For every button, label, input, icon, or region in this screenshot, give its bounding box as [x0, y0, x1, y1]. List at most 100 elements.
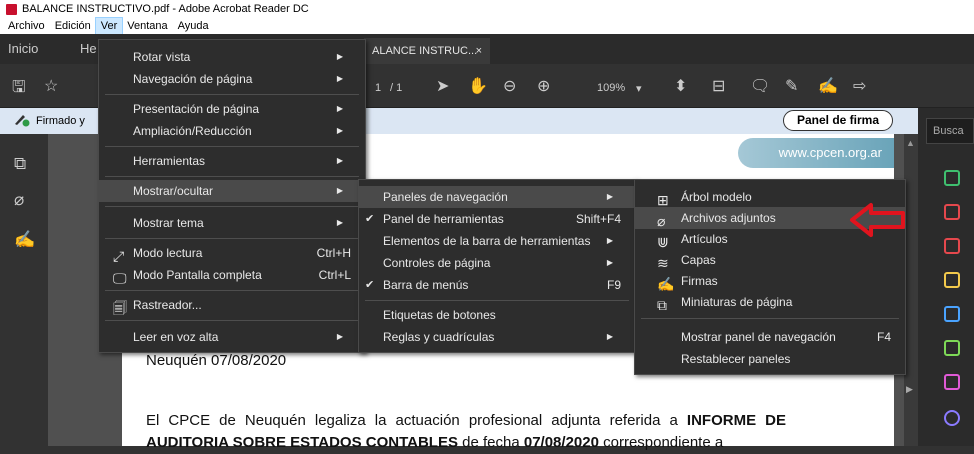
menu-separator: [105, 290, 359, 291]
menu-item-mostrar-ocultar[interactable]: Mostrar/ocultar ▶: [99, 180, 365, 202]
document-header-url: www.cpcen.org.ar: [738, 138, 894, 168]
menu-separator: [105, 146, 359, 147]
vertical-scrollbar[interactable]: [904, 134, 918, 446]
menu-item-reglas-cuadriculas[interactable]: Reglas y cuadrículas ▶: [359, 326, 635, 348]
menu-bar: Archivo Edición Ver Ventana Ayuda: [0, 17, 974, 35]
menu-item-herramientas[interactable]: Herramientas ▶: [99, 150, 365, 172]
menu-item-label: Elementos de la barra de herramientas: [383, 234, 591, 248]
fit-page-icon[interactable]: ⬍: [674, 76, 687, 96]
menu-ventana[interactable]: Ventana: [122, 18, 172, 34]
monitor-icon: 🖵: [113, 270, 127, 286]
signed-status-text: Firmado y: [36, 115, 85, 127]
scroll-mode-icon[interactable]: ⊟: [712, 76, 725, 96]
document-body-text: El CPCE de Neuquén legaliza la actuación…: [146, 410, 786, 454]
edit-pdf-icon[interactable]: [944, 204, 960, 220]
menu-separator: [365, 300, 629, 301]
menu-item-mostrar-panel-navegacion[interactable]: Mostrar panel de navegación F4: [635, 326, 905, 348]
body-text-3: correspondiente a: [598, 434, 724, 451]
page-thumbnails-icon[interactable]: ⧉: [14, 154, 26, 174]
highlight-pen-icon[interactable]: ✎: [785, 76, 798, 96]
tab-document[interactable]: ALANCE INSTRUC... ×: [364, 38, 490, 64]
menu-ayuda[interactable]: Ayuda: [173, 18, 214, 34]
menu-ver[interactable]: Ver: [94, 17, 124, 35]
menu-item-label: Mostrar tema: [133, 216, 204, 230]
menu-item-label: Modo Pantalla completa: [133, 268, 262, 282]
chevron-down-icon[interactable]: ▾: [636, 82, 642, 95]
comment-tool-icon[interactable]: [944, 272, 960, 288]
attachments-paperclip-icon[interactable]: ⌀: [14, 190, 24, 210]
menu-item-controles-pagina[interactable]: Controles de página ▶: [359, 252, 635, 274]
menu-item-ampliacion[interactable]: Ampliación/Reducción ▶: [99, 120, 365, 142]
menu-item-rastreador[interactable]: 🗐 Rastreador...: [99, 294, 365, 316]
page-number-field[interactable]: 1: [375, 82, 381, 94]
scan-ocr-icon[interactable]: [944, 340, 960, 356]
save-icon[interactable]: 🖫: [12, 76, 26, 103]
menu-item-panel-herramientas[interactable]: ✔ Panel de herramientas Shift+F4: [359, 208, 635, 230]
body-text-2: de fecha: [457, 434, 524, 451]
menu-item-label: Árbol modelo: [681, 190, 752, 204]
window-title-bar: BALANCE INSTRUCTIVO.pdf - Adobe Acrobat …: [0, 0, 974, 18]
signature-panel-button[interactable]: Panel de firma: [783, 110, 893, 131]
menu-item-label: Leer en voz alta: [133, 330, 219, 344]
menu-item-capas[interactable]: ≋ Capas: [635, 249, 905, 271]
zoom-in-icon[interactable]: ⊕: [537, 76, 550, 96]
expand-right-panel-icon[interactable]: ▶: [906, 384, 913, 395]
menu-item-etiquetas-botones[interactable]: Etiquetas de botones: [359, 304, 635, 326]
fill-sign-tool-icon[interactable]: [944, 374, 960, 390]
menu-item-modo-lectura[interactable]: ⤢ Modo lectura Ctrl+H: [99, 242, 365, 264]
menu-item-navegacion-pagina[interactable]: Navegación de página ▶: [99, 68, 365, 90]
bookmark-star-icon[interactable]: ☆: [44, 76, 58, 96]
menu-item-leer-voz-alta[interactable]: Leer en voz alta ▶: [99, 326, 365, 348]
menu-item-pantalla-completa[interactable]: 🖵 Modo Pantalla completa Ctrl+L: [99, 264, 365, 286]
document-tab-label: ALANCE INSTRUC...: [372, 45, 478, 57]
submenu-arrow-icon: ▶: [336, 218, 343, 227]
scroll-up-arrow-icon[interactable]: ▲: [906, 138, 915, 148]
select-arrow-icon[interactable]: ➤: [436, 76, 449, 96]
menu-archivo[interactable]: Archivo: [3, 18, 50, 34]
menu-item-label: Archivos adjuntos: [681, 211, 776, 225]
zoom-out-icon[interactable]: ⊖: [503, 76, 516, 96]
mostrar-ocultar-submenu: Paneles de navegación ▶ ✔ Panel de herram…: [358, 179, 636, 353]
tracker-icon: 🗐: [113, 300, 127, 316]
close-tab-icon[interactable]: ×: [476, 38, 482, 64]
tools-search-input[interactable]: Busca: [926, 118, 974, 144]
create-pdf-icon[interactable]: [944, 170, 960, 186]
menu-item-presentacion-pagina[interactable]: Presentación de página ▶: [99, 98, 365, 120]
menu-separator: [105, 94, 359, 95]
body-bold-2: 07/08/2020: [523, 434, 599, 451]
hand-tool-icon[interactable]: ✋: [468, 76, 488, 96]
menu-item-paneles-navegacion[interactable]: Paneles de navegación ▶: [359, 186, 635, 208]
menu-edicion[interactable]: Edición: [50, 18, 96, 34]
menu-item-label: Barra de menús: [383, 278, 469, 292]
submenu-arrow-icon: ▶: [606, 236, 613, 245]
menu-item-barra-menus[interactable]: ✔ Barra de menús F9: [359, 274, 635, 296]
checkmark-icon: ✔: [365, 213, 375, 225]
menu-item-firmas[interactable]: ✍ Firmas: [635, 270, 905, 292]
zoom-level-dropdown[interactable]: 109%: [597, 82, 625, 94]
submenu-arrow-icon: ▶: [606, 192, 613, 201]
menu-separator: [105, 238, 359, 239]
left-navigation-rail: ⧉ ⌀ ✍: [0, 134, 48, 446]
organize-pages-icon[interactable]: [944, 238, 960, 254]
signatures-icon[interactable]: ✍: [14, 230, 35, 250]
menu-item-rotar-vista[interactable]: Rotar vista ▶: [99, 46, 365, 68]
menu-item-label: Herramientas: [133, 154, 206, 168]
menu-item-miniaturas[interactable]: ⧉ Miniaturas de página: [635, 291, 905, 313]
comment-icon[interactable]: 🗨: [750, 76, 770, 96]
menu-item-elementos-barra[interactable]: Elementos de la barra de herramientas ▶: [359, 230, 635, 252]
red-annotation-arrow-icon: [850, 203, 905, 237]
export-pdf-icon[interactable]: [944, 306, 960, 322]
checkmark-icon: ✔: [365, 279, 375, 291]
menu-item-label: Reglas y cuadrículas: [383, 330, 495, 344]
menu-item-label: Miniaturas de página: [681, 295, 793, 309]
submenu-arrow-icon: ▶: [606, 332, 613, 341]
menu-shortcut: F4: [876, 330, 891, 344]
menu-item-mostrar-tema[interactable]: Mostrar tema ▶: [99, 212, 365, 234]
protect-icon[interactable]: [944, 410, 960, 426]
menu-item-restablecer-paneles[interactable]: Restablecer paneles: [635, 348, 905, 370]
menu-item-label: Rastreador...: [133, 298, 202, 312]
tab-tools[interactable]: He: [80, 34, 97, 64]
sign-icon[interactable]: ✍: [818, 76, 838, 96]
tab-home[interactable]: Inicio: [8, 34, 38, 64]
fill-sign-icon[interactable]: ⇨: [853, 76, 866, 96]
